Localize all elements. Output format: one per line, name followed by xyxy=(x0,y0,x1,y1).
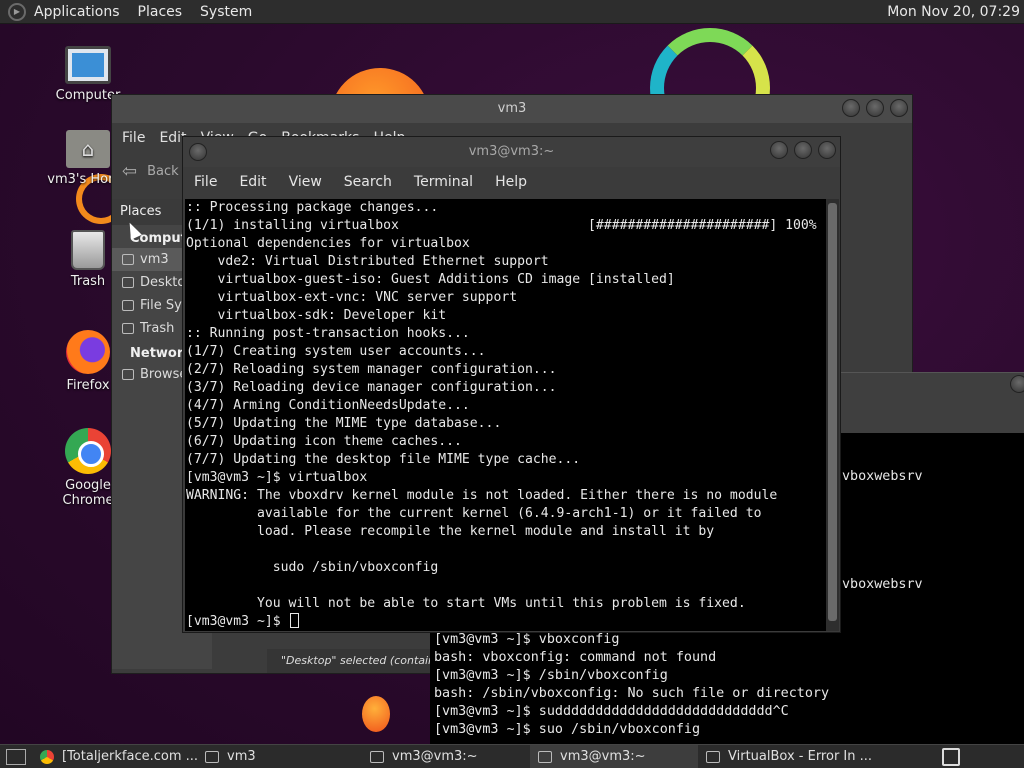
wallpaper-small-shape xyxy=(362,696,390,732)
chrome-icon xyxy=(40,749,54,764)
desktop-icon-label: Firefox xyxy=(66,378,110,393)
window-controls xyxy=(1010,375,1024,393)
menu-help[interactable]: Help xyxy=(495,174,527,190)
terminal-scrollbar[interactable] xyxy=(826,199,839,631)
menu-terminal[interactable]: Terminal xyxy=(414,174,473,190)
back-arrow-icon: ⇦ xyxy=(122,160,138,182)
back-terminal-output: [vm3@vm3 ~]$ vboxconfig bash: vboxconfig… xyxy=(434,632,830,737)
menu-edit[interactable]: Edit xyxy=(239,174,266,190)
home-folder-icon: ⌂ xyxy=(66,130,110,168)
minimize-button[interactable] xyxy=(842,99,860,117)
distro-logo-icon[interactable]: ▶ xyxy=(8,2,26,21)
drive-icon xyxy=(122,300,134,311)
terminal-icon xyxy=(538,750,552,763)
terminal-cursor xyxy=(290,613,300,628)
window-title: vm3@vm3:~ xyxy=(468,144,555,159)
close-button[interactable] xyxy=(1010,375,1024,393)
folder-icon xyxy=(122,277,134,288)
network-icon xyxy=(122,369,134,380)
menu-system[interactable]: System xyxy=(200,4,252,20)
computer-icon xyxy=(65,46,111,84)
window-icon xyxy=(706,750,720,763)
window-title: vm3 xyxy=(497,101,527,116)
window-menu-button[interactable] xyxy=(189,143,207,161)
terminal-menubar: File Edit View Search Terminal Help xyxy=(183,167,840,197)
terminal-icon xyxy=(370,750,384,763)
folder-icon xyxy=(205,750,219,763)
taskbar-item[interactable]: vm3 xyxy=(197,745,362,768)
home-folder-icon xyxy=(122,254,134,265)
menu-search[interactable]: Search xyxy=(344,174,392,190)
maximize-button[interactable] xyxy=(794,141,812,159)
taskbar-item[interactable]: vm3@vm3:~ xyxy=(362,745,530,768)
taskbar-item-label: VirtualBox - Error In ... xyxy=(728,749,873,764)
menu-file[interactable]: File xyxy=(194,174,217,190)
sidebar-item-label: Trash xyxy=(140,321,175,336)
show-desktop-button[interactable] xyxy=(6,748,26,765)
taskbar-item-label: vm3@vm3:~ xyxy=(392,749,478,764)
chrome-icon xyxy=(65,428,111,474)
close-button[interactable] xyxy=(818,141,836,159)
taskbar-item-label: vm3@vm3:~ xyxy=(560,749,646,764)
terminal-window: vm3@vm3:~ File Edit View Search Terminal… xyxy=(182,136,841,633)
workspace-switcher[interactable] xyxy=(942,747,960,766)
window-controls xyxy=(842,99,908,117)
terminal-output-fragment: vboxwebsrv xyxy=(842,469,923,484)
taskbar: [Totaljerkface.com ... vm3 vm3@vm3:~ vm3… xyxy=(0,744,1024,768)
menu-file[interactable]: File xyxy=(122,130,145,146)
menu-places[interactable]: Places xyxy=(138,4,183,20)
file-manager-titlebar[interactable]: vm3 xyxy=(112,95,912,123)
panel-clock[interactable]: Mon Nov 20, 07:29 xyxy=(887,4,1020,20)
window-controls xyxy=(770,141,836,159)
desktop-icon-label: Google Chrome xyxy=(62,478,114,508)
sidebar-item-label: vm3 xyxy=(140,252,169,267)
taskbar-item[interactable]: VirtualBox - Error In ... xyxy=(698,745,888,768)
menu-view[interactable]: View xyxy=(289,174,322,190)
firefox-icon xyxy=(66,330,110,374)
taskbar-item-label: [Totaljerkface.com ... xyxy=(62,749,197,764)
back-button[interactable]: Back xyxy=(147,164,179,179)
scrollbar-thumb[interactable] xyxy=(828,203,837,621)
close-button[interactable] xyxy=(890,99,908,117)
taskbar-item[interactable]: vm3@vm3:~ xyxy=(530,744,698,768)
menu-applications[interactable]: Applications xyxy=(34,4,120,20)
terminal-output: :: Processing package changes... (1/1) i… xyxy=(186,200,817,629)
minimize-button[interactable] xyxy=(770,141,788,159)
desktop-icon-label: Trash xyxy=(70,274,106,289)
terminal-titlebar[interactable]: vm3@vm3:~ xyxy=(183,137,840,167)
taskbar-item[interactable]: [Totaljerkface.com ... xyxy=(32,745,197,768)
trash-icon xyxy=(122,323,134,334)
top-panel: ▶ Applications Places System Mon Nov 20,… xyxy=(0,0,1024,24)
taskbar-item-label: vm3 xyxy=(227,749,256,764)
terminal-output-fragment: vboxwebsrv xyxy=(842,577,923,592)
maximize-button[interactable] xyxy=(866,99,884,117)
trash-icon xyxy=(71,230,105,270)
terminal-content[interactable]: :: Processing package changes... (1/1) i… xyxy=(185,199,826,631)
